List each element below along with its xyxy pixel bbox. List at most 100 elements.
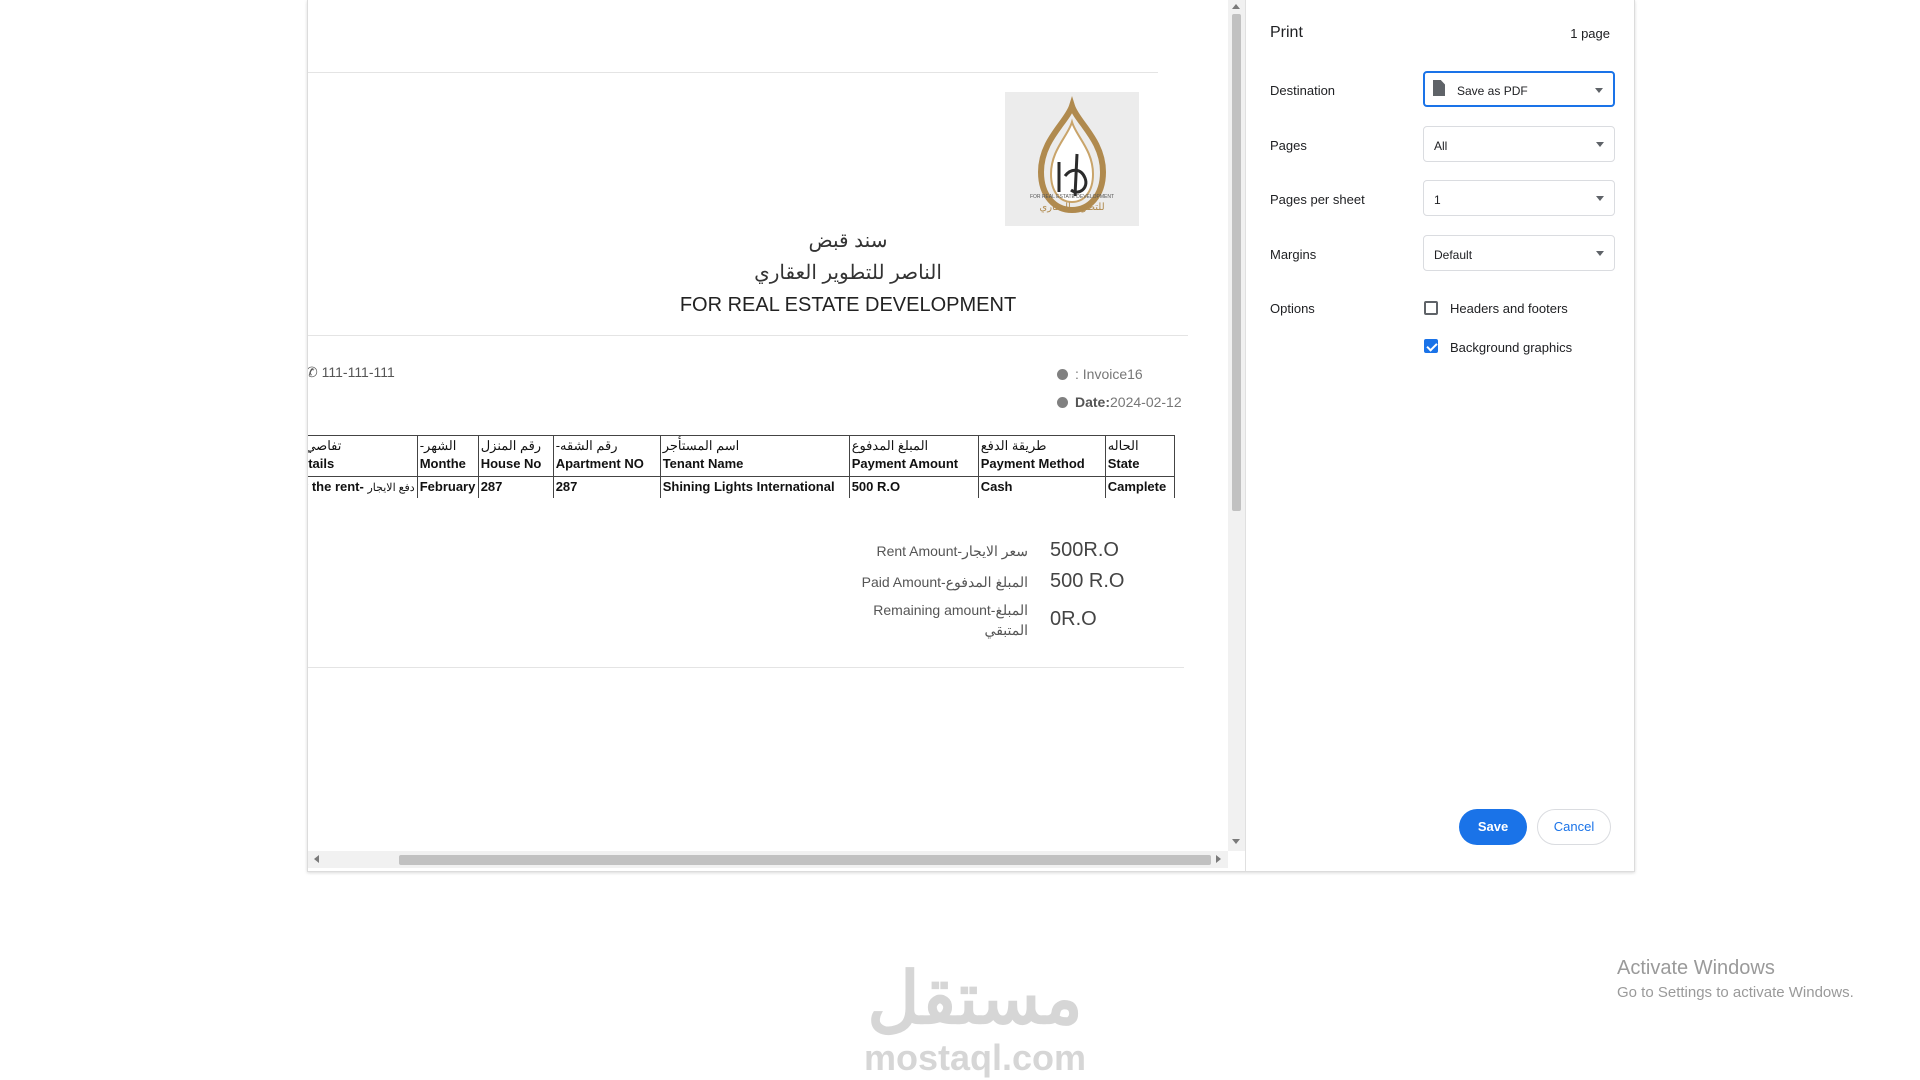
pages-per-sheet-label: Pages per sheet <box>1270 192 1365 207</box>
headers-footers-label[interactable]: Headers and footers <box>1450 301 1568 316</box>
header-en: Payment Amount <box>851 456 959 471</box>
cell-month: February <box>416 476 479 498</box>
col-header-details: -تفاصي etails <box>308 435 418 477</box>
mostaql-watermark: مستقل mostaql.com <box>850 960 1100 1078</box>
background-graphics-checkbox[interactable] <box>1424 339 1438 353</box>
company-name-ar: الناصر للتطوير العقاري <box>754 262 942 284</box>
header-ar: رقم المنزل <box>480 438 542 453</box>
cancel-button[interactable]: Cancel <box>1537 809 1611 845</box>
col-header-apartment: -رقم الشقه Apartment NO <box>552 435 661 477</box>
activate-title: Activate Windows <box>1617 957 1775 979</box>
activate-subtitle: Go to Settings to activate Windows. <box>1617 984 1854 1001</box>
phone-icon: ✆ <box>308 364 318 380</box>
margins-select[interactable]: Default <box>1423 235 1615 271</box>
remaining-amount-label: Remaining amount-المبلغ <box>873 602 1028 618</box>
header-ar: -الشهر <box>419 438 457 453</box>
pages-label: Pages <box>1270 138 1307 153</box>
scroll-down-icon[interactable] <box>1232 839 1240 844</box>
header-ar: -رقم الشقه <box>555 438 618 453</box>
col-header-month: -الشهر Monthe <box>416 435 479 477</box>
destination-value: Save as PDF <box>1457 84 1528 98</box>
top-rule <box>308 72 1158 73</box>
col-header-state: الحاله State <box>1104 435 1175 477</box>
pages-select[interactable]: All <box>1423 126 1615 162</box>
cell-method: Cash <box>977 476 1106 498</box>
header-en: House No <box>480 456 542 471</box>
rent-amount-value: 500R.O <box>1050 539 1119 561</box>
chevron-down-icon <box>1596 142 1604 147</box>
horizontal-scroll-thumb[interactable] <box>399 855 1211 865</box>
header-en: Apartment NO <box>555 456 644 471</box>
details-ar: دفع الايجار <box>367 482 415 494</box>
header-ar: -تفاصي <box>308 438 342 453</box>
print-preview[interactable]: FOR REAL ESTATE DEVELOPMENT للتطوير العق… <box>308 0 1228 871</box>
paid-amount-label: Paid Amount-المبلغ المدفوع <box>861 574 1028 590</box>
save-button[interactable]: Save <box>1459 809 1527 845</box>
details-en: y the rent- <box>308 479 364 494</box>
chevron-down-icon <box>1596 196 1604 201</box>
company-logo: FOR REAL ESTATE DEVELOPMENT للتطوير العق… <box>1005 92 1139 226</box>
horizontal-scrollbar[interactable] <box>308 851 1228 868</box>
options-label: Options <box>1270 301 1315 316</box>
invoice-table: -تفاصي etails -الشهر Monthe رقم المنزل Hous… <box>308 435 1175 498</box>
header-ar: اسم المستأجر <box>662 438 740 453</box>
document-icon <box>1433 80 1445 96</box>
activate-windows-notice: Activate Windows Go to Settings to activ… <box>1617 957 1854 1001</box>
rent-amount-label: Rent Amount-سعر الايجار <box>876 543 1028 559</box>
header-en: State <box>1107 456 1140 471</box>
background-graphics-label[interactable]: Background graphics <box>1450 340 1572 355</box>
cell-amount: 500 R.O <box>848 476 979 498</box>
chevron-down-icon <box>1595 88 1603 93</box>
header-en: Tenant Name <box>662 456 744 471</box>
cell-apartment: 287 <box>552 476 661 498</box>
vertical-scroll-thumb[interactable] <box>1232 14 1241 511</box>
phone-text: 111-111-111 <box>321 364 395 380</box>
col-header-method: طريقة الدفع Payment Method <box>977 435 1106 477</box>
print-title: Print <box>1270 24 1303 41</box>
paid-amount-value: 500 R.O <box>1050 570 1125 592</box>
watermark-en: mostaql.com <box>863 1037 1087 1078</box>
company-name-en: FOR REAL ESTATE DEVELOPMENT <box>679 294 1017 316</box>
header-en: Payment Method <box>980 456 1085 471</box>
header-ar: الحاله <box>1107 438 1139 453</box>
chevron-down-icon <box>1596 251 1604 256</box>
cell-tenant: Shining Lights International <box>659 476 850 498</box>
scroll-up-icon[interactable] <box>1232 4 1240 9</box>
destination-select[interactable]: Save as PDF <box>1423 71 1615 107</box>
header-ar: المبلغ المدفوع <box>851 438 929 453</box>
invoice-number: : Invoice16 <box>1075 366 1143 382</box>
table-header-row: -تفاصي etails -الشهر Monthe رقم المنزل Hous… <box>308 435 1175 477</box>
col-header-amount: المبلغ المدفوع Payment Amount <box>848 435 979 477</box>
page-count: 1 page <box>1570 26 1610 41</box>
table-row: y the rent- دفع الايجار February 287 287… <box>308 476 1175 498</box>
print-dialog: FOR REAL ESTATE DEVELOPMENT للتطوير العق… <box>307 0 1635 872</box>
invoice-date: Date:2024-02-12 <box>1075 394 1182 410</box>
margins-label: Margins <box>1270 247 1317 262</box>
margins-value: Default <box>1434 248 1473 262</box>
bullet-icon <box>1057 397 1068 408</box>
bullet-icon <box>1057 369 1068 380</box>
date-value: 2024-02-12 <box>1110 394 1182 410</box>
watermark-ar: مستقل <box>867 959 1083 1039</box>
logo-caption-ar: للتطوير العقاري <box>1039 202 1105 213</box>
header-en: etails <box>308 456 335 471</box>
vertical-scrollbar[interactable] <box>1228 0 1245 851</box>
pages-per-sheet-value: 1 <box>1434 193 1441 207</box>
col-header-house: رقم المنزل House No <box>477 435 554 477</box>
scroll-left-icon[interactable] <box>314 855 319 863</box>
footer-rule <box>308 667 1184 668</box>
remaining-amount-value: 0R.O <box>1050 608 1097 630</box>
destination-label: Destination <box>1270 83 1336 98</box>
headers-footers-checkbox[interactable] <box>1424 301 1438 315</box>
receipt-title-ar: سند قبض <box>808 230 888 252</box>
col-header-tenant: اسم المستأجر Tenant Name <box>659 435 850 477</box>
header-rule <box>308 335 1188 336</box>
header-ar: طريقة الدفع <box>980 438 1047 453</box>
header-en: Monthe <box>419 456 466 471</box>
print-settings-panel: Print 1 page Destination Save as PDF Pag… <box>1246 0 1634 871</box>
phone-number: ✆ 111-111-111 <box>308 364 395 381</box>
pages-value: All <box>1434 139 1448 153</box>
pages-per-sheet-select[interactable]: 1 <box>1423 180 1615 216</box>
scroll-right-icon[interactable] <box>1216 855 1221 863</box>
remaining-amount-label-2: المتبقي <box>984 622 1028 638</box>
